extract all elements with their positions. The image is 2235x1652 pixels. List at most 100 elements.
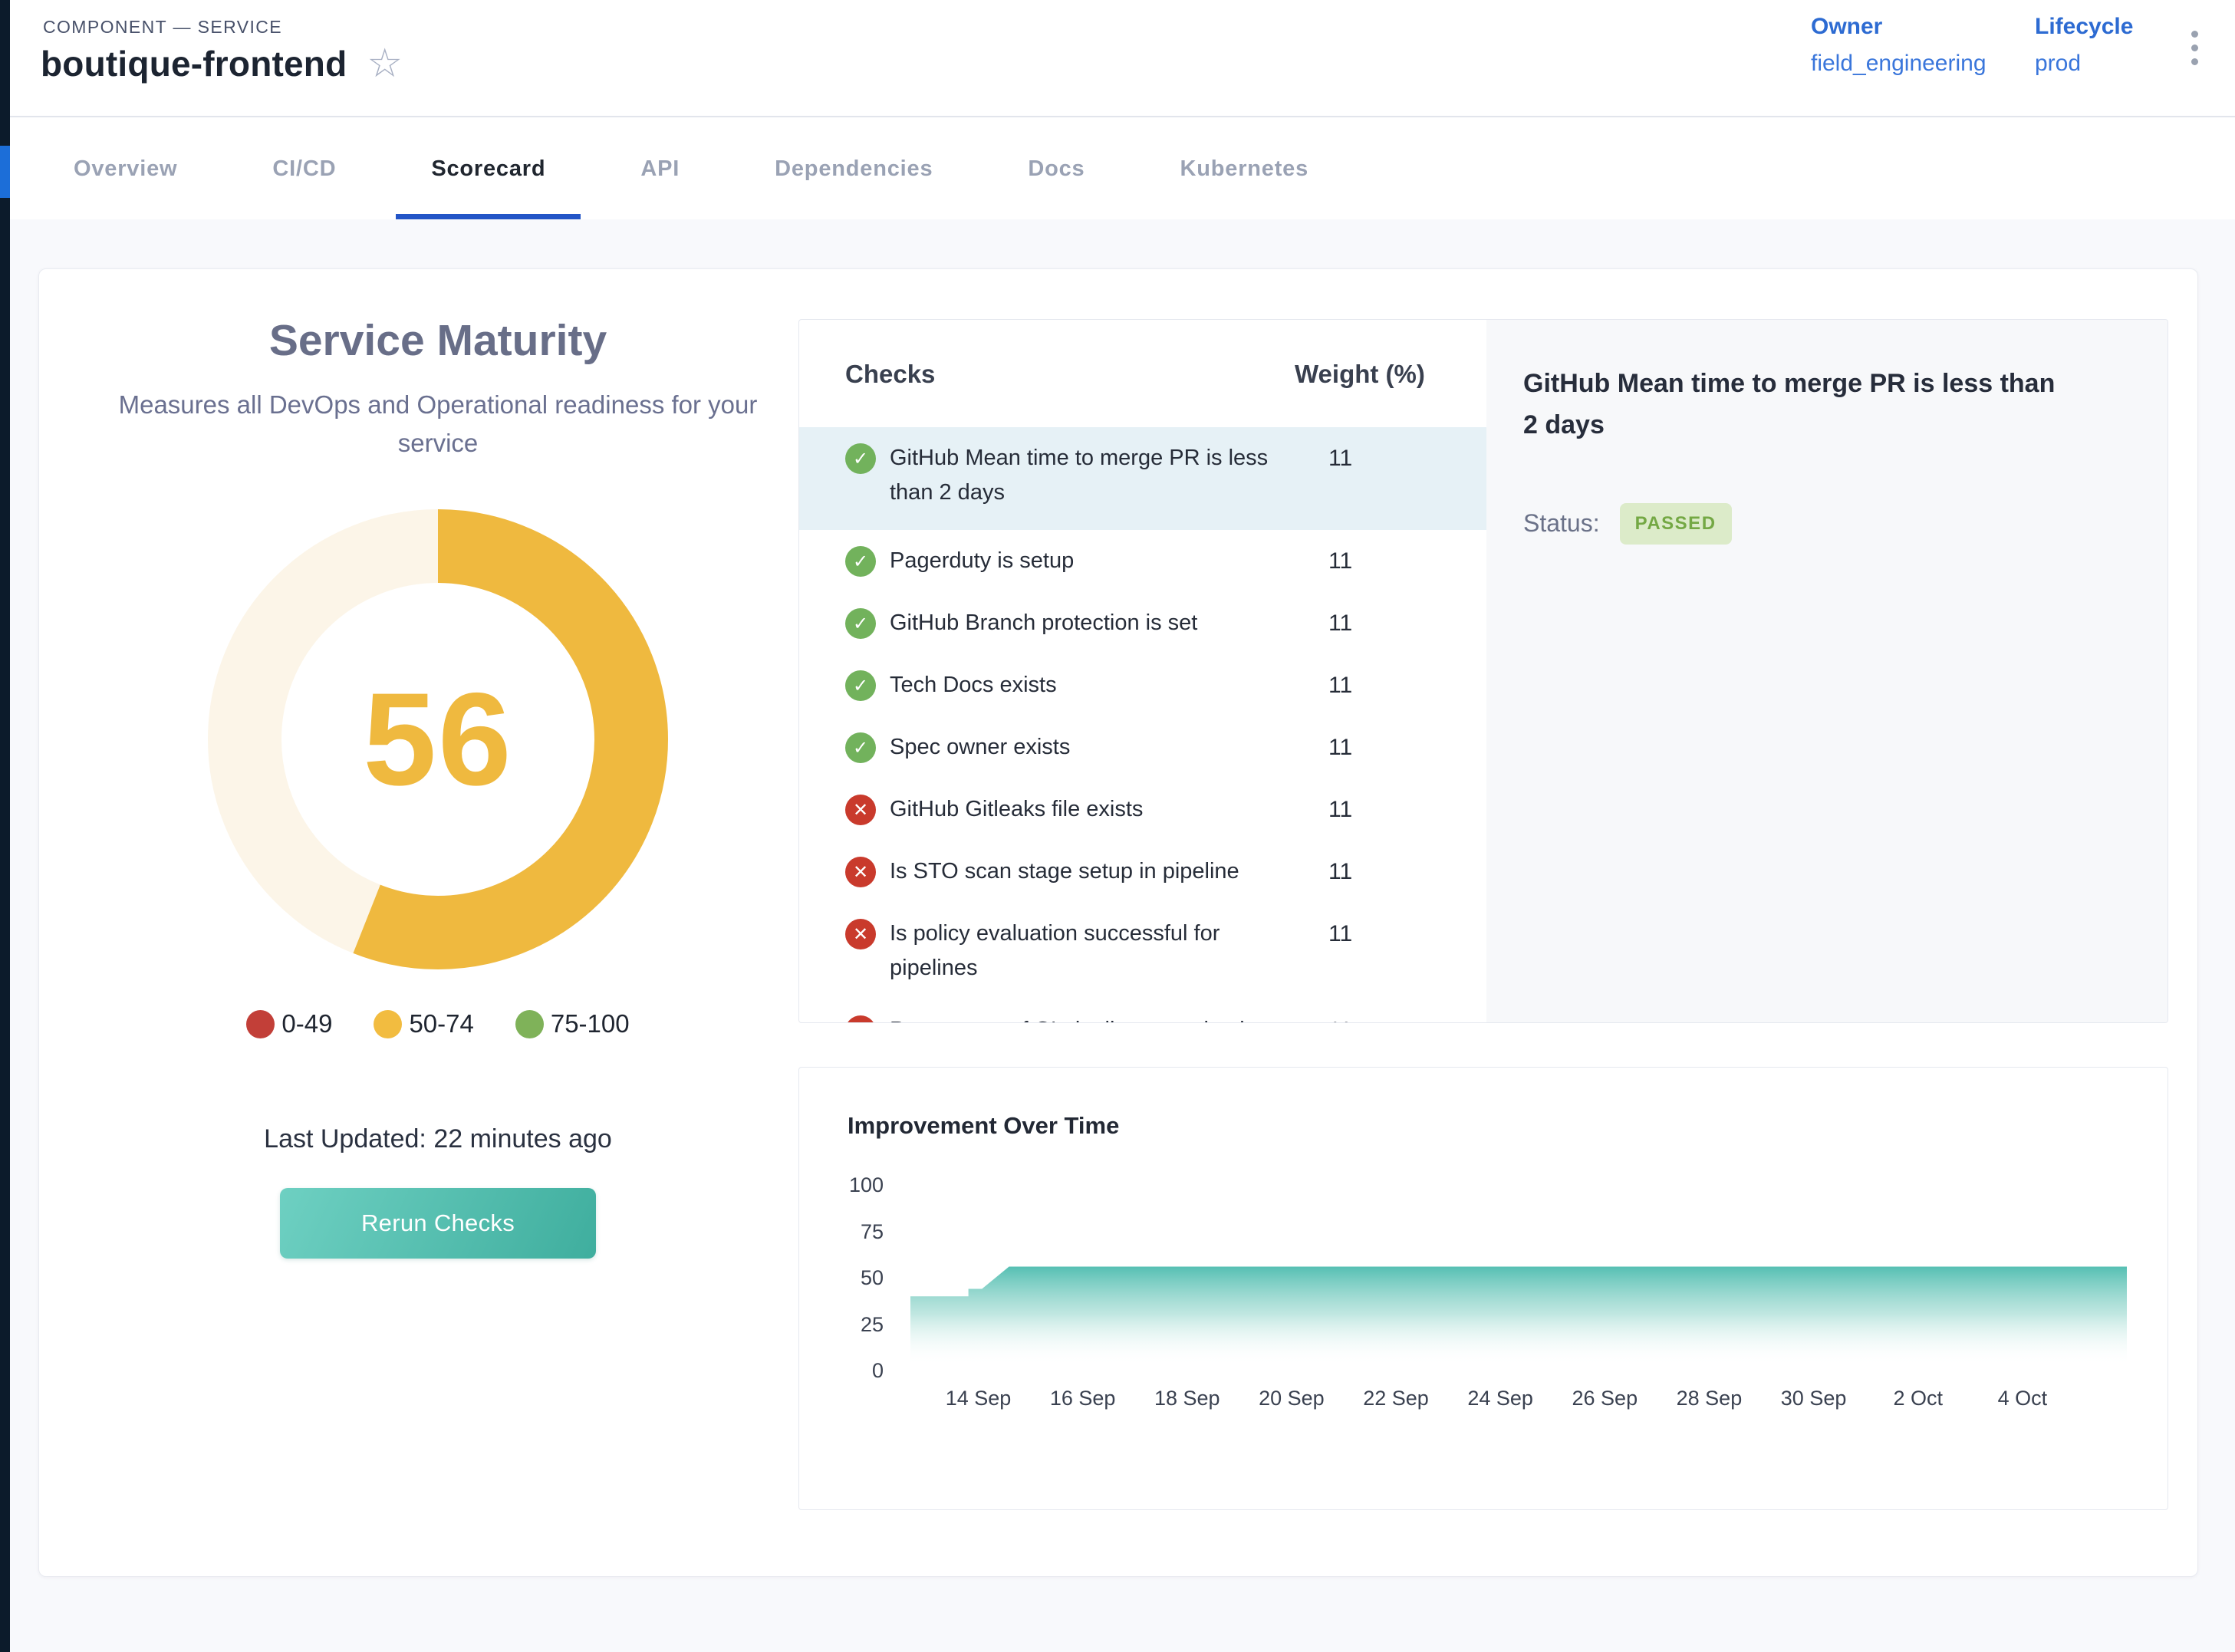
x-tick-label: 18 Sep bbox=[1134, 1385, 1241, 1411]
check-row[interactable]: ✓ GitHub Branch protection is set 11 bbox=[799, 592, 1486, 654]
weight-column-header: Weight (%) bbox=[1295, 360, 1486, 389]
check-weight: 11 bbox=[1295, 916, 1486, 951]
status-label: Status: bbox=[1523, 509, 1600, 538]
check-passed-icon: ✓ bbox=[845, 670, 876, 701]
score-legend: 0-49 50-74 75-100 bbox=[77, 1009, 798, 1038]
check-row[interactable]: ✓Spec owner exists11 bbox=[799, 716, 1486, 778]
x-tick-label: 2 Oct bbox=[1865, 1385, 1972, 1411]
owner-label: Owner bbox=[1811, 14, 1986, 40]
check-label: Spec owner exists bbox=[890, 730, 1281, 765]
check-row[interactable]: ✕Percentage of CI pipelines passing in p… bbox=[799, 999, 1486, 1023]
legend-label: 0-49 bbox=[281, 1009, 332, 1038]
tab-overview[interactable]: Overview bbox=[26, 119, 225, 219]
check-row[interactable]: ✕ Is STO scan stage setup in pipeline 11 bbox=[799, 841, 1486, 903]
scorecard-name: Service Maturity bbox=[77, 315, 798, 366]
check-row[interactable]: ✕ GitHub Gitleaks file exists 11 bbox=[799, 778, 1486, 841]
last-updated-text: Last Updated: 22 minutes ago bbox=[77, 1124, 798, 1154]
check-weight: 11 bbox=[1295, 854, 1486, 889]
tab-dependencies[interactable]: Dependencies bbox=[727, 119, 980, 219]
y-tick-label: 25 bbox=[815, 1311, 884, 1338]
check-weight: 11 bbox=[1295, 668, 1486, 703]
checks-column-header: Checks bbox=[845, 360, 1295, 389]
lifecycle-label: Lifecycle bbox=[2035, 14, 2133, 40]
check-label: Tech Docs exists bbox=[890, 668, 1281, 703]
more-options-kebab-icon[interactable] bbox=[2187, 26, 2203, 70]
x-tick-label: 20 Sep bbox=[1238, 1385, 1345, 1411]
tab-scorecard[interactable]: Scorecard bbox=[383, 119, 593, 219]
check-status-row: Status: PASSED bbox=[1523, 503, 2098, 545]
scorecard-card: Service Maturity Measures all DevOps and… bbox=[38, 268, 2198, 1577]
improvement-area-chart bbox=[910, 1183, 2127, 1374]
check-weight: 11 bbox=[1295, 1013, 1486, 1023]
legend-dot-icon bbox=[246, 1010, 275, 1038]
check-failed-icon: ✕ bbox=[845, 795, 876, 825]
legend-label: 75-100 bbox=[551, 1009, 630, 1038]
checks-list-pane: Checks Weight (%) ✓ GitHub Mean time to m… bbox=[799, 320, 1486, 1022]
maturity-score: 56 bbox=[208, 509, 668, 969]
checks-panel: Checks Weight (%) ✓ GitHub Mean time to m… bbox=[798, 319, 2168, 1023]
lifecycle-value: prod bbox=[2035, 51, 2133, 77]
sidebar-active-indicator bbox=[0, 146, 10, 198]
legend-label: 50-74 bbox=[409, 1009, 473, 1038]
title-row: boutique-frontend ☆ bbox=[41, 43, 403, 84]
check-label: Is STO scan stage setup in pipeline bbox=[890, 854, 1281, 889]
tab-kubernetes[interactable]: Kubernetes bbox=[1133, 119, 1357, 219]
check-label: Pagerduty is setup bbox=[890, 544, 1281, 578]
favorite-star-icon[interactable]: ☆ bbox=[367, 44, 403, 84]
breadcrumb: COMPONENT — SERVICE bbox=[43, 17, 282, 38]
check-label: GitHub Gitleaks file exists bbox=[890, 792, 1281, 827]
check-failed-icon: ✕ bbox=[845, 857, 876, 887]
maturity-summary: Service Maturity Measures all DevOps and… bbox=[77, 315, 798, 1259]
owner-link[interactable]: field_engineering bbox=[1811, 51, 1986, 77]
x-tick-label: 22 Sep bbox=[1342, 1385, 1450, 1411]
legend-item: 0-49 bbox=[246, 1009, 332, 1038]
check-failed-icon: ✕ bbox=[845, 1015, 876, 1023]
check-weight: 11 bbox=[1295, 544, 1486, 578]
x-tick-label: 28 Sep bbox=[1655, 1385, 1763, 1411]
legend-dot-icon bbox=[515, 1010, 544, 1038]
check-detail-title: GitHub Mean time to merge PR is less tha… bbox=[1523, 363, 2068, 446]
page-title: boutique-frontend bbox=[41, 43, 347, 84]
maturity-donut-chart: 56 bbox=[208, 509, 668, 969]
check-passed-icon: ✓ bbox=[845, 546, 876, 577]
tab-ci-cd[interactable]: CI/CD bbox=[225, 119, 383, 219]
check-label: GitHub Branch protection is set bbox=[890, 606, 1281, 640]
check-row[interactable]: ✓ GitHub Mean time to merge PR is less th… bbox=[799, 427, 1486, 530]
owner-meta: Owner field_engineering bbox=[1811, 14, 1986, 77]
legend-item: 75-100 bbox=[515, 1009, 630, 1038]
tab-docs[interactable]: Docs bbox=[980, 119, 1132, 219]
lifecycle-meta: Lifecycle prod bbox=[2035, 14, 2133, 77]
legend-dot-icon bbox=[374, 1010, 402, 1038]
x-tick-label: 16 Sep bbox=[1029, 1385, 1137, 1411]
x-tick-label: 4 Oct bbox=[1969, 1385, 2076, 1411]
y-tick-label: 75 bbox=[815, 1219, 884, 1245]
check-passed-icon: ✓ bbox=[845, 443, 876, 474]
x-tick-label: 14 Sep bbox=[924, 1385, 1032, 1411]
check-weight: 11 bbox=[1295, 792, 1486, 827]
check-label: GitHub Mean time to merge PR is less tha… bbox=[890, 441, 1281, 510]
check-weight: 11 bbox=[1295, 606, 1486, 640]
collapsed-sidebar-strip bbox=[0, 0, 10, 1652]
entity-header: COMPONENT — SERVICE boutique-frontend ☆ … bbox=[10, 0, 2235, 117]
status-badge: PASSED bbox=[1620, 503, 1732, 545]
check-failed-icon: ✕ bbox=[845, 919, 876, 949]
improvement-chart-panel: Improvement Over Time 0255075100 14 Sep1… bbox=[798, 1067, 2168, 1510]
app-frame: COMPONENT — SERVICE boutique-frontend ☆ … bbox=[10, 0, 2235, 1652]
y-tick-label: 0 bbox=[815, 1357, 884, 1384]
check-list: ✓ GitHub Mean time to merge PR is less th… bbox=[799, 427, 1486, 1023]
y-tick-label: 50 bbox=[815, 1265, 884, 1291]
y-tick-label: 100 bbox=[815, 1172, 884, 1198]
check-row[interactable]: ✓ Tech Docs exists 11 bbox=[799, 654, 1486, 716]
check-passed-icon: ✓ bbox=[845, 608, 876, 639]
check-row[interactable]: ✓ Pagerduty is setup 11 bbox=[799, 530, 1486, 592]
check-weight: 11 bbox=[1295, 730, 1486, 765]
check-row[interactable]: ✕ Is policy evaluation successful for pip… bbox=[799, 903, 1486, 999]
check-label: Is policy evaluation successful for pipe… bbox=[890, 916, 1281, 986]
checks-table-header: Checks Weight (%) bbox=[799, 320, 1486, 389]
x-tick-label: 30 Sep bbox=[1760, 1385, 1868, 1411]
check-weight: 11 bbox=[1295, 441, 1486, 476]
rerun-checks-button[interactable]: Rerun Checks bbox=[280, 1188, 596, 1259]
tab-api[interactable]: API bbox=[593, 119, 727, 219]
scorecard-description: Measures all DevOps and Operational read… bbox=[99, 386, 777, 462]
check-detail-pane: GitHub Mean time to merge PR is less tha… bbox=[1486, 320, 2168, 1022]
